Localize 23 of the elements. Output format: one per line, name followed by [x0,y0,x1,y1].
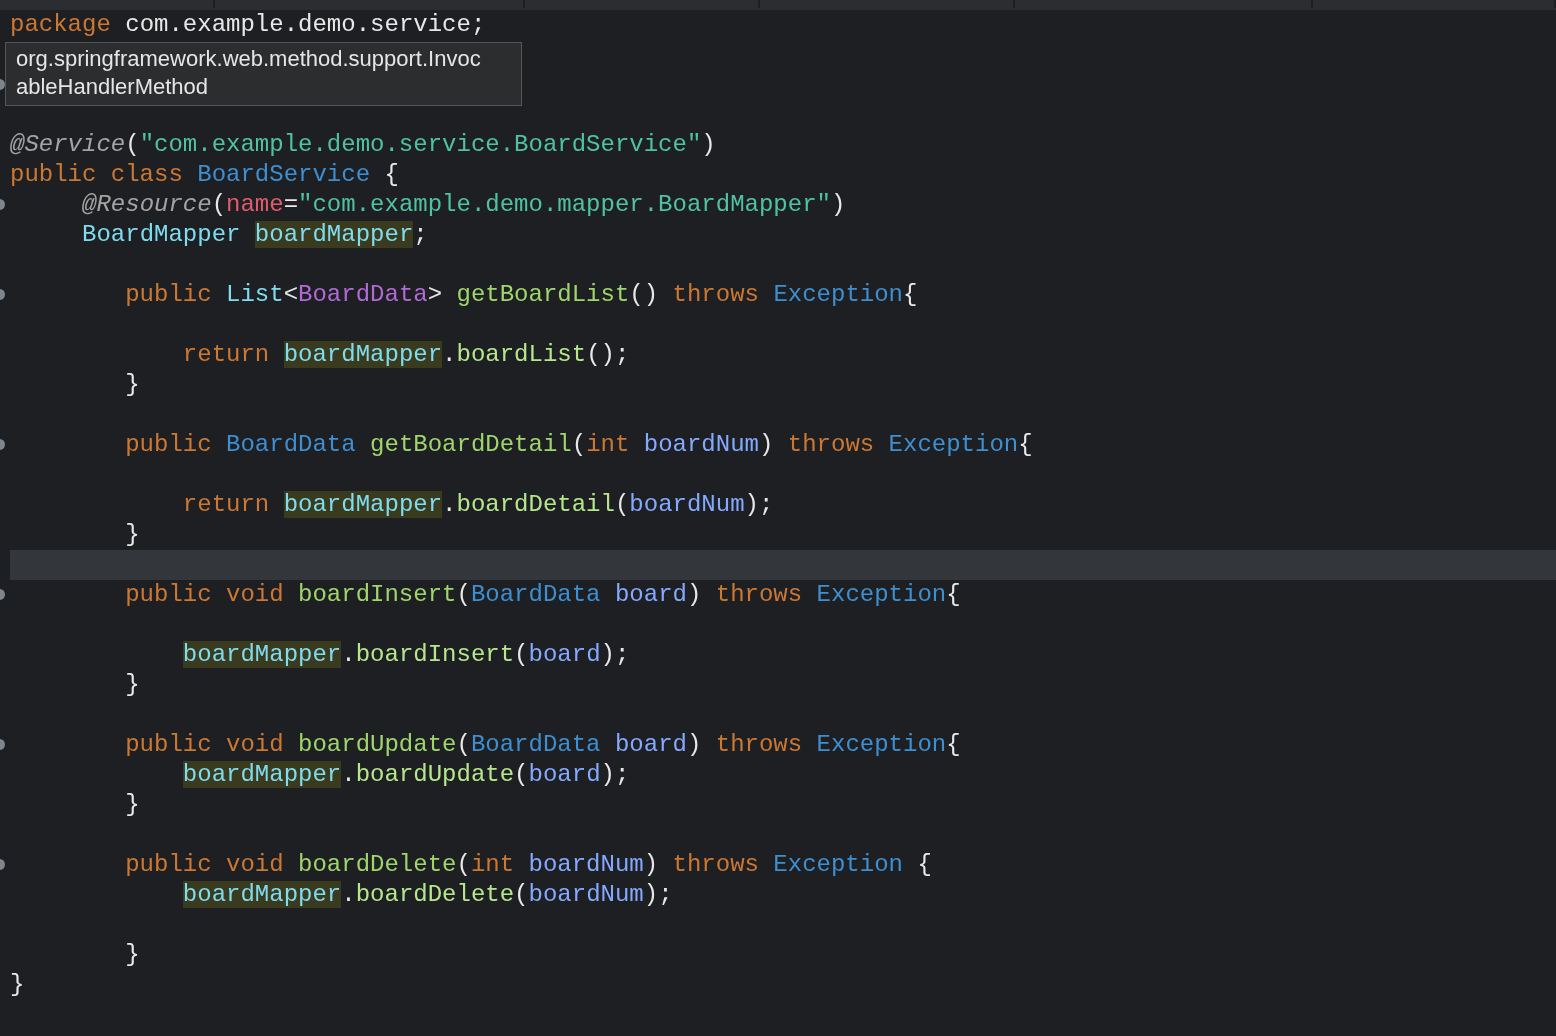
code-line: } [124,791,140,818]
code-line: public void boardDelete(int boardNum) throws Exception { [124,851,932,878]
tooltip-text: ableHandlerMethod [16,73,210,101]
code-line: boardMapper.boardInsert(board); [181,641,630,668]
code-line: public class BoardService { [10,161,399,188]
code-line: package com.example.demo.service; [10,11,486,38]
code-line: return boardMapper.boardDetail(boardNum); [181,491,774,518]
code-line: } [124,371,140,398]
code-line: } [10,971,25,998]
code-line: } [124,671,140,698]
code-line: public void boardUpdate(BoardData board) throws Exception{ [124,731,961,758]
code-line: @Resource(name="com.example.demo.mapper.BoardMapper") [81,191,846,218]
code-line: return boardMapper.boardList(); [181,341,630,368]
code-line: boardMapper.boardUpdate(board); [181,761,630,788]
code-line: public BoardData getBoardDetail(int boardNum) throws Exception{ [124,431,1033,458]
code-line: public void boardInsert(BoardData board) throws Exception{ [124,581,961,608]
code-line: } [124,521,140,548]
code-line: @Service("com.example.demo.service.BoardService") [10,131,716,158]
code-line: BoardMapper boardMapper; [81,221,428,248]
tooltip-text: org.springframework.web.method.support.Invoc [16,45,482,73]
code-line: boardMapper.boardDelete(boardNum); [181,881,673,908]
code-line: } [124,941,140,968]
code-line: public List<BoardData> getBoardList() throws Exception{ [124,281,918,308]
